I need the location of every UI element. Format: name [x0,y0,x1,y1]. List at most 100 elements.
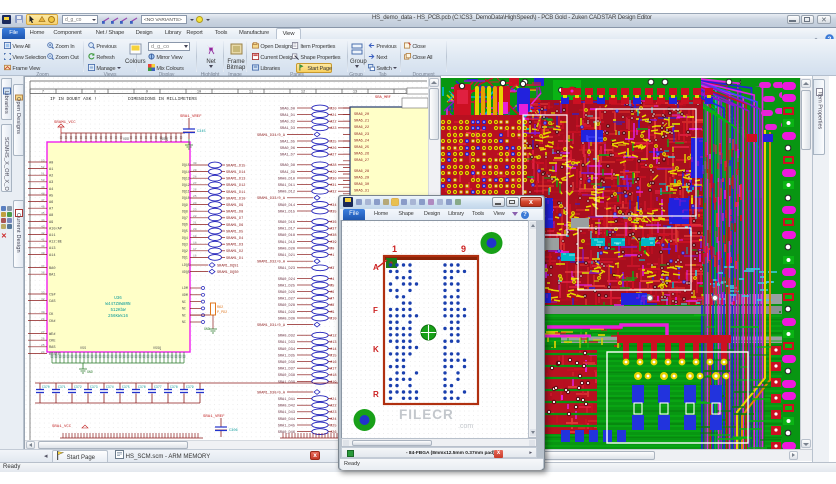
svg-text:J3: J3 [330,267,334,271]
svg-text:J21: J21 [330,114,336,118]
svg-text:IF IN DOUBT ASK !: IF IN DOUBT ASK ! [50,96,97,102]
svg-text:SRA0_D0: SRA0_D0 [280,107,295,111]
svg-text:DQ4: DQ4 [182,236,188,240]
svg-text:NC: NC [182,320,186,324]
svg-text:J31: J31 [330,184,336,188]
svg-text:SRA0_D46: SRA0_D46 [278,431,295,435]
svg-text:A9: A9 [49,221,53,225]
svg-text:SRA1_D15: SRA1_D15 [278,210,295,214]
svg-text:A14: A14 [49,254,55,258]
svg-text:SRA1_D3: SRA1_D3 [280,127,295,131]
svg-text:C378: C378 [170,385,178,389]
svg-text:SRA1_D27: SRA1_D27 [278,298,295,302]
svg-text:C373: C373 [90,385,98,389]
svg-text:SRA6_23: SRA6_23 [354,133,369,137]
svg-text:J38: J38 [330,234,336,238]
svg-text:CAS: CAS [49,300,55,304]
svg-text:C375: C375 [122,385,130,389]
svg-text:SRA1_D9: SRA1_D9 [280,171,295,175]
svg-text:J32: J32 [330,191,336,195]
svg-text:SRA0_D24: SRA0_D24 [278,278,295,282]
svg-text:J22: J22 [330,121,336,125]
svg-text:NC: NC [182,307,186,311]
svg-text:J0: J0 [330,247,334,251]
svg-text:DQ9: DQ9 [182,203,188,207]
svg-text:SRA6_28: SRA6_28 [354,170,369,174]
svg-text:SRA6_21: SRA6_21 [354,120,369,124]
svg-text:A5: A5 [49,194,53,198]
svg-text:SRA1_D19: SRA1_D19 [278,241,295,245]
svg-text:SRA1_D17: SRA1_D17 [278,228,295,232]
svg-text:DQ13: DQ13 [182,176,190,180]
svg-text:SRA0_D44: SRA0_D44 [278,418,295,422]
svg-text:J12: J12 [330,335,336,339]
svg-text:J24: J24 [330,418,336,422]
svg-text:J4: J4 [330,278,334,282]
svg-text:DQ6: DQ6 [182,223,188,227]
svg-text:J21: J21 [330,398,336,402]
svg-text:CK#: CK# [49,320,56,324]
svg-text:DQ1: DQ1 [182,256,188,260]
svg-text:SRAM1_D31/0_A: SRAM1_D31/0_A [257,323,286,328]
svg-text:10: 10 [197,91,201,95]
svg-text:J13: J13 [330,341,336,345]
svg-text:SRA1_D11: SRA1_D11 [278,184,295,188]
svg-text:W447Z8W8RN: W447Z8W8RN [105,303,131,307]
svg-text:A11: A11 [49,234,55,238]
svg-text:A7: A7 [49,208,53,212]
svg-text:NC: NC [182,300,186,304]
svg-text:SRAM1_D9: SRAM1_D9 [226,204,243,208]
svg-text:SRA0_D26: SRA0_D26 [278,291,295,295]
svg-text:SRAM1_D2: SRAM1_D2 [226,250,243,254]
svg-text:K: K [373,345,379,354]
svg-text:UDQS: UDQS [182,270,190,274]
svg-text:J25: J25 [330,424,336,428]
svg-text:WE#: WE# [49,333,56,337]
svg-text:DQ8: DQ8 [182,209,188,213]
svg-text:SRA6_25: SRA6_25 [354,146,369,150]
svg-text:SRA6_27: SRA6_27 [354,159,369,163]
svg-text:SRA6_29: SRA6_29 [354,176,369,180]
svg-text:11: 11 [249,91,253,95]
svg-text:P_PD2: P_PD2 [217,311,227,315]
svg-text:SRA0_D38: SRA0_D38 [278,374,295,378]
svg-text:7: 7 [42,91,44,95]
svg-text:C306: C306 [229,429,238,433]
svg-text:J17: J17 [330,368,336,372]
svg-text:J10: J10 [330,317,336,321]
svg-text:13: 13 [353,91,357,95]
svg-text:VDD: VDD [123,138,129,142]
svg-text:A8: A8 [49,214,53,218]
svg-text:9: 9 [146,91,148,95]
svg-text:SRA1_D45: SRA1_D45 [278,424,295,428]
svg-text:A1: A1 [49,168,53,172]
svg-text:LDM: LDM [182,286,188,290]
svg-text:SRA1_D5: SRA1_D5 [280,140,295,144]
svg-text:A13: A13 [49,247,55,251]
svg-text:J25: J25 [330,140,336,144]
svg-text:SRA0_D18: SRA0_D18 [278,234,295,238]
svg-text:SRA1_D43: SRA1_D43 [278,411,295,415]
svg-text:SRAM1_DQS0: SRAM1_DQS0 [217,271,239,275]
svg-text:SRA0_D16: SRA0_D16 [278,221,295,225]
svg-text:LDQS: LDQS [182,263,190,267]
svg-text:A4: A4 [49,188,53,192]
svg-text:SRA0_D12: SRA0_D12 [278,191,295,195]
svg-text:GND: GND [204,327,210,331]
svg-text:SRA0_D8: SRA0_D8 [280,164,295,168]
svg-text:U36: U36 [114,297,122,301]
svg-text:SRA0_D2: SRA0_D2 [280,121,295,125]
svg-text:256KWx16: 256KWx16 [108,315,129,319]
svg-text:J20: J20 [330,107,336,111]
svg-text:SRA6_31: SRA6_31 [354,190,369,194]
svg-text:SRAM1_D12: SRAM1_D12 [226,184,245,188]
svg-text:F: F [373,306,378,315]
svg-text:J28: J28 [330,164,336,168]
svg-text:SRA1_D37: SRA1_D37 [278,368,295,372]
svg-text:12: 12 [301,91,305,95]
svg-text:J9: J9 [330,311,334,315]
svg-text:DQ2: DQ2 [182,249,188,253]
svg-text:512KbW: 512KbW [110,308,126,313]
svg-text:C376: C376 [138,385,146,389]
svg-text:CS#: CS# [49,293,56,297]
